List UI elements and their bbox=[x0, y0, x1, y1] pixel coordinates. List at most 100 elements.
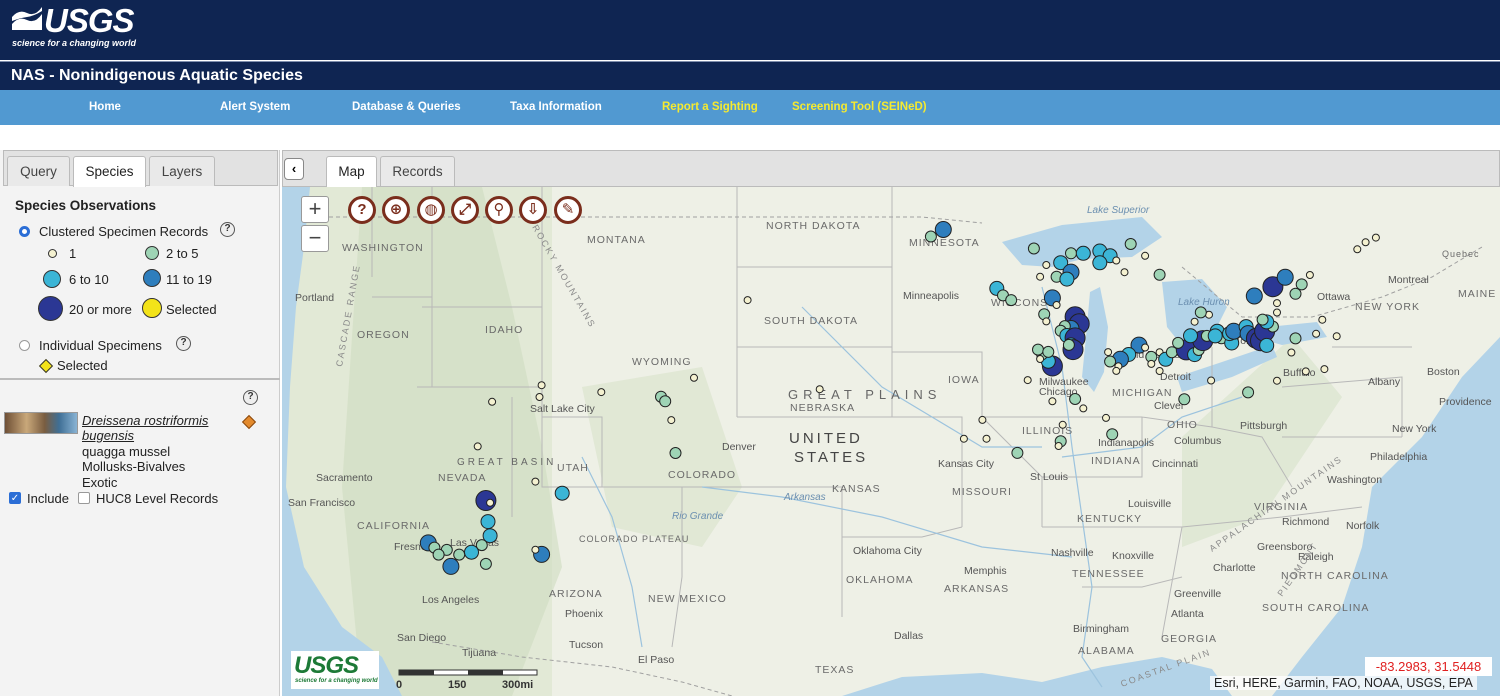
species-scientific-name-2[interactable]: bugensis bbox=[82, 428, 134, 443]
species-scientific-name-1[interactable]: Dreissena rostriformis bbox=[82, 413, 208, 428]
observation-point[interactable] bbox=[1207, 328, 1223, 344]
tab-species[interactable]: Species bbox=[73, 156, 146, 187]
tab-records[interactable]: Records bbox=[380, 156, 455, 186]
usgs-logo[interactable]: USGS science for a changing world bbox=[12, 4, 136, 48]
observation-point[interactable] bbox=[486, 498, 495, 507]
observation-point[interactable] bbox=[1259, 337, 1275, 353]
observation-point[interactable] bbox=[1371, 233, 1380, 242]
zoom-in-button[interactable]: + bbox=[301, 196, 329, 223]
observation-point[interactable] bbox=[1320, 365, 1329, 374]
observation-point[interactable] bbox=[488, 397, 497, 406]
observation-point[interactable] bbox=[1312, 329, 1321, 338]
observation-point[interactable] bbox=[1305, 271, 1314, 279]
observation-point[interactable] bbox=[1027, 242, 1040, 255]
observation-point[interactable] bbox=[464, 544, 479, 560]
observation-point[interactable] bbox=[1273, 308, 1281, 317]
observation-point[interactable] bbox=[480, 514, 496, 530]
observation-point[interactable] bbox=[1361, 238, 1370, 247]
species-help-icon[interactable]: ? bbox=[243, 390, 258, 405]
observation-point[interactable] bbox=[815, 385, 824, 394]
observation-point[interactable] bbox=[1092, 255, 1108, 271]
observation-point[interactable] bbox=[1112, 256, 1121, 265]
observation-point[interactable] bbox=[1065, 247, 1077, 260]
observation-point[interactable] bbox=[1042, 317, 1051, 326]
observation-point[interactable] bbox=[1242, 386, 1255, 399]
zoom-out-button[interactable]: − bbox=[301, 225, 329, 252]
nav-screening-tool[interactable]: Screening Tool (SEINeD) bbox=[792, 101, 927, 113]
observation-point[interactable] bbox=[1106, 428, 1119, 441]
observation-point[interactable] bbox=[1005, 294, 1018, 307]
observation-point[interactable] bbox=[531, 477, 540, 486]
observation-point[interactable] bbox=[690, 373, 698, 382]
observation-point[interactable] bbox=[1207, 376, 1216, 385]
observation-point[interactable] bbox=[1172, 336, 1185, 349]
observation-point[interactable] bbox=[1147, 359, 1156, 368]
observation-point[interactable] bbox=[934, 221, 952, 238]
observation-point[interactable] bbox=[1153, 268, 1166, 281]
observation-point[interactable] bbox=[1245, 287, 1263, 305]
observation-point[interactable] bbox=[1112, 366, 1121, 375]
observation-point[interactable] bbox=[978, 415, 987, 424]
huc8-checkbox[interactable] bbox=[78, 492, 90, 504]
observation-point[interactable] bbox=[667, 416, 676, 425]
observation-point[interactable] bbox=[1273, 376, 1281, 385]
nav-database-queries[interactable]: Database & Queries bbox=[352, 101, 461, 113]
edit-icon[interactable]: ✎ bbox=[554, 196, 582, 224]
include-checkbox[interactable]: ✓ bbox=[9, 492, 21, 504]
observation-point[interactable] bbox=[1058, 420, 1067, 429]
zoom-to-icon[interactable]: ⊕ bbox=[382, 196, 410, 224]
map-view[interactable]: WASHINGTON MONTANA NORTH DAKOTA MINNESOT… bbox=[282, 187, 1500, 696]
globe-icon[interactable]: ◍ bbox=[417, 196, 445, 224]
observation-point[interactable] bbox=[1353, 245, 1362, 254]
observation-point[interactable] bbox=[669, 447, 682, 459]
observation-point[interactable] bbox=[1069, 393, 1082, 405]
observation-point[interactable] bbox=[1023, 376, 1032, 385]
collapse-panel-button[interactable]: ‹ bbox=[284, 158, 304, 180]
observation-point[interactable] bbox=[1104, 348, 1113, 357]
observation-point[interactable] bbox=[1042, 345, 1055, 358]
tab-layers[interactable]: Layers bbox=[149, 156, 215, 186]
tab-map[interactable]: Map bbox=[326, 156, 377, 187]
observation-point[interactable] bbox=[554, 485, 570, 501]
observation-point[interactable] bbox=[1052, 301, 1061, 309]
observation-point[interactable] bbox=[473, 442, 482, 451]
nav-taxa-information[interactable]: Taxa Information bbox=[510, 101, 602, 113]
nav-alert-system[interactable]: Alert System bbox=[220, 101, 290, 113]
observation-point[interactable] bbox=[982, 434, 991, 443]
observation-point[interactable] bbox=[1190, 317, 1199, 326]
observation-point[interactable] bbox=[959, 434, 968, 443]
observation-point[interactable] bbox=[453, 548, 466, 561]
observation-point[interactable] bbox=[659, 395, 672, 408]
observation-point[interactable] bbox=[1120, 268, 1129, 277]
clustered-radio[interactable] bbox=[19, 226, 30, 237]
full-extent-icon[interactable]: ⤢ bbox=[451, 196, 479, 224]
observation-point[interactable] bbox=[1032, 343, 1044, 356]
identify-icon[interactable]: ⚲ bbox=[485, 196, 513, 224]
observation-point[interactable] bbox=[1332, 332, 1341, 341]
clustered-help-icon[interactable]: ? bbox=[220, 222, 235, 237]
observation-point[interactable] bbox=[1042, 261, 1051, 269]
observation-point[interactable] bbox=[1194, 306, 1207, 319]
observation-point[interactable] bbox=[1301, 367, 1310, 376]
observation-point[interactable] bbox=[1183, 328, 1198, 344]
observation-point[interactable] bbox=[1155, 367, 1164, 375]
observation-point[interactable] bbox=[1289, 287, 1302, 300]
observation-point[interactable] bbox=[924, 230, 937, 243]
observation-point[interactable] bbox=[1075, 245, 1091, 261]
nav-report-sighting[interactable]: Report a Sighting bbox=[662, 101, 758, 113]
observation-point[interactable] bbox=[479, 557, 492, 570]
observation-point[interactable] bbox=[597, 388, 606, 397]
observation-point[interactable] bbox=[1011, 446, 1024, 459]
observation-point[interactable] bbox=[531, 545, 540, 554]
observation-point[interactable] bbox=[1141, 343, 1150, 352]
observation-point[interactable] bbox=[1062, 338, 1075, 351]
observation-point[interactable] bbox=[1059, 271, 1075, 287]
nav-home[interactable]: Home bbox=[89, 101, 121, 113]
individual-radio[interactable] bbox=[19, 340, 30, 351]
observation-point[interactable] bbox=[1102, 413, 1110, 422]
help-icon[interactable]: ? bbox=[348, 196, 376, 224]
observation-point[interactable] bbox=[1054, 442, 1063, 450]
observation-point[interactable] bbox=[743, 296, 752, 305]
observation-point[interactable] bbox=[1289, 332, 1302, 345]
observation-point[interactable] bbox=[1276, 268, 1294, 286]
